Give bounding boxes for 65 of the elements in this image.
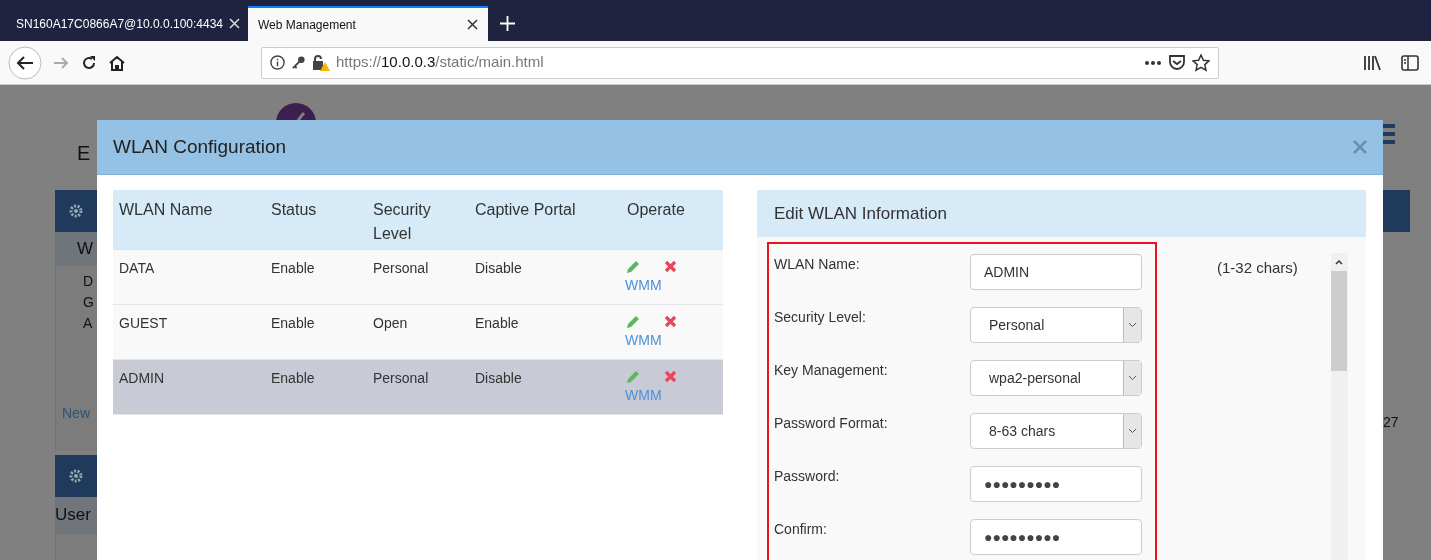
table-cell-text: Enable <box>474 314 520 333</box>
table-cell-text: Enable <box>270 314 316 333</box>
close-tab-icon[interactable] <box>467 19 478 30</box>
url-text: https://10.0.0.3/static/main.html <box>336 52 544 73</box>
scroll-thumb[interactable] <box>1331 271 1348 371</box>
info-icon <box>270 55 285 70</box>
table-row[interactable]: DATA Enable Personal Disable WMM <box>113 250 723 305</box>
address-bar[interactable]: https://10.0.0.3/static/main.html <box>261 46 1219 79</box>
lock-warning-icon <box>312 54 330 71</box>
delete-icon[interactable] <box>664 315 677 328</box>
back-icon[interactable] <box>8 45 42 80</box>
modal-title: WLAN Configuration <box>113 134 287 159</box>
menu-icon[interactable] <box>1383 123 1395 145</box>
column-header: Operate <box>626 200 686 220</box>
pocket-icon[interactable] <box>1168 54 1186 71</box>
delete-icon[interactable] <box>664 260 677 273</box>
select-field[interactable]: Personal <box>970 307 1142 343</box>
select-field[interactable]: 8-63 chars <box>970 413 1142 449</box>
column-header: Security Level <box>372 200 432 244</box>
password-field[interactable]: ●●●●●●●●● <box>970 466 1142 502</box>
panel-heading: W <box>77 237 94 260</box>
table-cell-text: Personal <box>372 259 430 278</box>
field-label: Password Format: <box>774 414 889 433</box>
chevron-down-icon <box>1128 322 1137 328</box>
chevron-down-icon <box>1128 375 1137 381</box>
reload-icon[interactable] <box>80 53 98 72</box>
new-tab-icon[interactable] <box>500 16 515 31</box>
scrollbar[interactable] <box>1330 253 1348 560</box>
panel-heading: User <box>55 504 91 527</box>
subtitle: E <box>77 141 91 166</box>
column-header: Status <box>270 200 318 220</box>
panel-text: 27 <box>1383 413 1399 432</box>
home-icon[interactable] <box>108 53 126 72</box>
table-cell-text: Open <box>372 314 409 333</box>
key-icon <box>291 55 306 70</box>
field-label: Password: <box>774 467 841 486</box>
column-header: WLAN Name <box>118 200 214 220</box>
table-cell-text: Enable <box>270 259 316 278</box>
table-cell-text: Personal <box>372 369 430 388</box>
table-cell-text: GUEST <box>118 314 169 333</box>
table-cell-text: DATA <box>118 259 156 278</box>
column-header: Captive Portal <box>474 200 577 220</box>
table-cell-text: Disable <box>474 369 523 388</box>
star-icon[interactable] <box>1192 53 1210 72</box>
gear-icon <box>68 468 84 484</box>
table-cell-text: Enable <box>270 369 316 388</box>
select-field[interactable]: wpa2-personal <box>970 360 1142 396</box>
library-icon[interactable] <box>1363 54 1381 71</box>
field-label: WLAN Name: <box>774 255 861 274</box>
panel-header <box>1383 190 1410 232</box>
hint-text: (1-32 chars) <box>1217 258 1298 277</box>
more-icon[interactable] <box>1144 59 1162 66</box>
browser-tab[interactable]: Web Management <box>248 6 488 41</box>
input-field[interactable]: ADMIN <box>970 254 1142 290</box>
password-field[interactable]: ●●●●●●●●● <box>970 519 1142 555</box>
table-cell-text: ADMIN <box>118 369 166 388</box>
table-cell-text: Disable <box>474 259 523 278</box>
gear-icon <box>68 203 84 219</box>
edit-panel-title: Edit WLAN Information <box>774 202 947 225</box>
field-label: Confirm: <box>774 520 828 539</box>
chevron-down-icon <box>1128 428 1137 434</box>
field-label: Security Level: <box>774 308 867 327</box>
table-row[interactable]: GUEST Enable Open Enable WMM <box>113 305 723 360</box>
field-label: Key Management: <box>774 361 889 380</box>
sidebar-icon[interactable] <box>1401 54 1419 71</box>
